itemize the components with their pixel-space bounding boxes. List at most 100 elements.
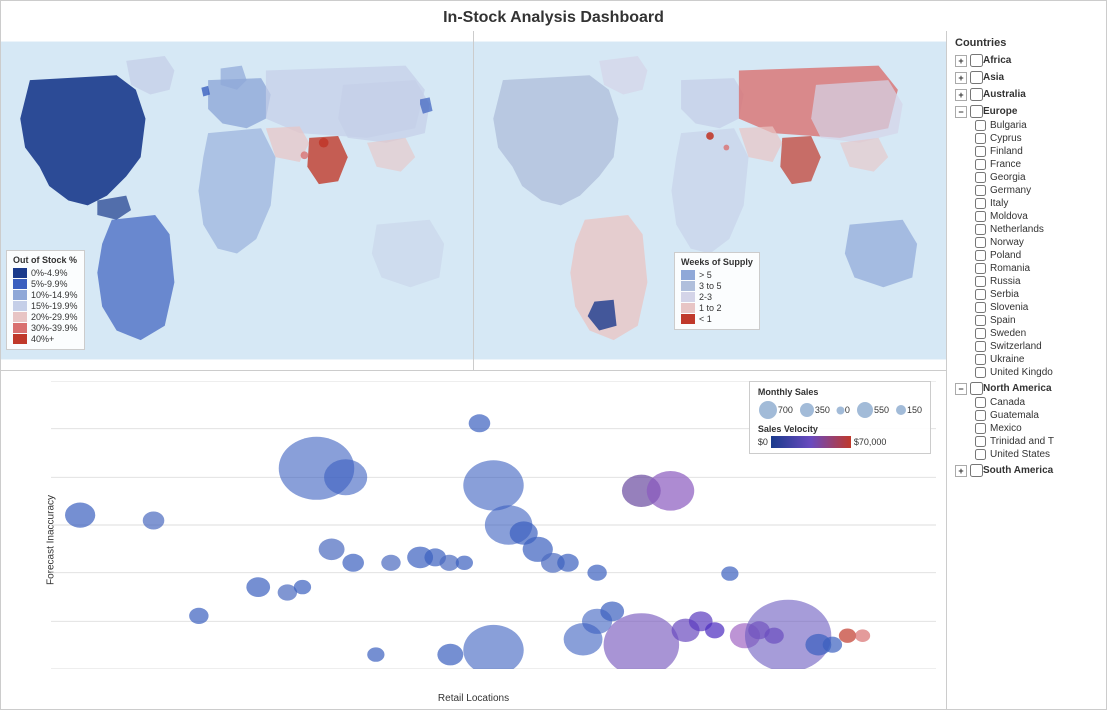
sidebar-item-finland[interactable]: Finland [975, 145, 1098, 158]
sidebar-item-label: United Kingdo [990, 367, 1053, 378]
charts-area: Out of Stock % 0%-4.9% 5%-9.9% 10%-14.9% [1, 31, 946, 709]
sidebar-item-mexico[interactable]: Mexico [975, 422, 1098, 435]
sidebar-group-label-south america[interactable]: +South America [955, 463, 1098, 478]
checkbox-netherlands[interactable] [975, 224, 986, 235]
checkbox-asia[interactable] [970, 71, 983, 84]
checkbox-poland[interactable] [975, 250, 986, 261]
sidebar-group-label-asia[interactable]: +Asia [955, 70, 1098, 85]
checkbox-united-states[interactable] [975, 449, 986, 460]
checkbox-serbia[interactable] [975, 289, 986, 300]
sidebar-item-romania[interactable]: Romania [975, 262, 1098, 275]
sidebar-item-label: Serbia [990, 289, 1019, 300]
checkbox-romania[interactable] [975, 263, 986, 274]
checkbox-cyprus[interactable] [975, 133, 986, 144]
sidebar-group-label-europe[interactable]: − Europe [955, 104, 1098, 119]
collapse-button[interactable]: − [955, 106, 967, 118]
checkbox-north america[interactable] [970, 382, 983, 395]
sidebar-group-label-africa[interactable]: +Africa [955, 53, 1098, 68]
sidebar-item-bulgaria[interactable]: Bulgaria [975, 119, 1098, 132]
wos-legend-item-2: 2-3 [681, 292, 753, 302]
wos-legend-label-1: 3 to 5 [699, 281, 722, 291]
sidebar-item-trinidad-and-t[interactable]: Trinidad and T [975, 435, 1098, 448]
group-label-text: Europe [983, 106, 1017, 117]
sv-max-label: $70,000 [854, 437, 887, 447]
legend-color-2 [13, 290, 27, 300]
checkbox-france[interactable] [975, 159, 986, 170]
sidebar-children-europe: BulgariaCyprusFinlandFranceGeorgiaGerman… [955, 119, 1098, 379]
weeks-of-supply-legend-title: Weeks of Supply [681, 257, 753, 267]
sidebar-item-serbia[interactable]: Serbia [975, 288, 1098, 301]
sidebar-item-netherlands[interactable]: Netherlands [975, 223, 1098, 236]
checkbox-europe[interactable] [970, 105, 983, 118]
checkbox-united-kingdo[interactable] [975, 367, 986, 378]
checkbox-switzerland[interactable] [975, 341, 986, 352]
collapse-button[interactable]: − [955, 383, 967, 395]
sidebar-item-label: Norway [990, 237, 1024, 248]
sidebar-item-label: Mexico [990, 423, 1022, 434]
checkbox-trinidad-and-t[interactable] [975, 436, 986, 447]
checkbox-bulgaria[interactable] [975, 120, 986, 131]
sidebar-item-poland[interactable]: Poland [975, 249, 1098, 262]
checkbox-georgia[interactable] [975, 172, 986, 183]
sidebar-item-label: Poland [990, 250, 1021, 261]
checkbox-slovenia[interactable] [975, 302, 986, 313]
expand-button[interactable]: + [955, 55, 967, 67]
wos-legend-label-2: 2-3 [699, 292, 712, 302]
sidebar-item-germany[interactable]: Germany [975, 184, 1098, 197]
checkbox-moldova[interactable] [975, 211, 986, 222]
monthly-sales-items: 700 350 0 550 [758, 400, 922, 420]
sidebar-item-russia[interactable]: Russia [975, 275, 1098, 288]
sidebar-title: Countries [955, 37, 1098, 49]
checkbox-spain[interactable] [975, 315, 986, 326]
checkbox-finland[interactable] [975, 146, 986, 157]
sidebar-item-ukraine[interactable]: Ukraine [975, 353, 1098, 366]
sidebar-item-norway[interactable]: Norway [975, 236, 1098, 249]
checkbox-russia[interactable] [975, 276, 986, 287]
expand-button[interactable]: + [955, 89, 967, 101]
sidebar-children-north america: CanadaGuatemalaMexicoTrinidad and TUnite… [955, 396, 1098, 461]
sidebar-item-label: Netherlands [990, 224, 1044, 235]
checkbox-ukraine[interactable] [975, 354, 986, 365]
legend-item-0: 0%-4.9% [13, 268, 78, 278]
sidebar-item-united-states[interactable]: United States [975, 448, 1098, 461]
legend-label-6: 40%+ [31, 334, 54, 344]
checkbox-guatemala[interactable] [975, 410, 986, 421]
sidebar-group-label-north america[interactable]: −North America [955, 381, 1098, 396]
sidebar-item-label: Ukraine [990, 354, 1024, 365]
sidebar-item-moldova[interactable]: Moldova [975, 210, 1098, 223]
wos-legend-color-0 [681, 270, 695, 280]
expand-button[interactable]: + [955, 72, 967, 84]
wos-legend-item-1: 3 to 5 [681, 281, 753, 291]
scatter-chart-row: Forecast Inaccuracy Retail Locations 0% [1, 371, 946, 709]
checkbox-italy[interactable] [975, 198, 986, 209]
x-axis-label: Retail Locations [438, 693, 509, 704]
checkbox-mexico[interactable] [975, 423, 986, 434]
checkbox-australia[interactable] [970, 88, 983, 101]
sidebar-item-label: Germany [990, 185, 1031, 196]
sidebar-item-label: Moldova [990, 211, 1028, 222]
out-of-stock-map: Out of Stock % 0%-4.9% 5%-9.9% 10%-14.9% [1, 31, 474, 370]
checkbox-canada[interactable] [975, 397, 986, 408]
weeks-of-supply-map: Weeks of Supply > 5 3 to 5 2-3 [474, 31, 946, 370]
checkbox-africa[interactable] [970, 54, 983, 67]
checkbox-sweden[interactable] [975, 328, 986, 339]
wos-legend-color-4 [681, 314, 695, 324]
sidebar-item-georgia[interactable]: Georgia [975, 171, 1098, 184]
main-content: Out of Stock % 0%-4.9% 5%-9.9% 10%-14.9% [1, 31, 1106, 709]
sidebar-item-italy[interactable]: Italy [975, 197, 1098, 210]
checkbox-norway[interactable] [975, 237, 986, 248]
expand-button[interactable]: + [955, 465, 967, 477]
sidebar-item-canada[interactable]: Canada [975, 396, 1098, 409]
sidebar-item-spain[interactable]: Spain [975, 314, 1098, 327]
checkbox-south america[interactable] [970, 464, 983, 477]
sidebar-group-label-australia[interactable]: +Australia [955, 87, 1098, 102]
sidebar-item-switzerland[interactable]: Switzerland [975, 340, 1098, 353]
sidebar-item-cyprus[interactable]: Cyprus [975, 132, 1098, 145]
sidebar-item-united-kingdo[interactable]: United Kingdo [975, 366, 1098, 379]
sidebar-item-slovenia[interactable]: Slovenia [975, 301, 1098, 314]
sidebar-item-guatemala[interactable]: Guatemala [975, 409, 1098, 422]
sidebar-item-sweden[interactable]: Sweden [975, 327, 1098, 340]
legend-label-2: 10%-14.9% [31, 290, 78, 300]
checkbox-germany[interactable] [975, 185, 986, 196]
sidebar-item-france[interactable]: France [975, 158, 1098, 171]
